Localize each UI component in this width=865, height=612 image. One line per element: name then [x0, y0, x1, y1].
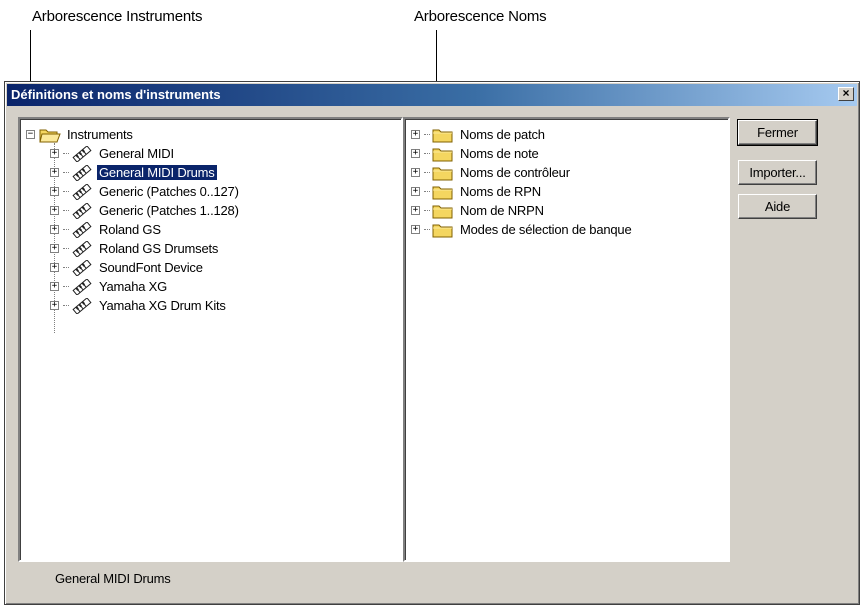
tree-connector — [424, 172, 430, 173]
instrument-icon — [72, 221, 92, 238]
tree-connector — [424, 229, 430, 230]
instrument-icon — [72, 259, 92, 276]
tree-item-instrument[interactable]: + Yamaha XG Drum Kits — [50, 296, 228, 315]
expand-icon[interactable]: + — [411, 187, 420, 196]
folder-icon — [432, 205, 453, 218]
expand-icon[interactable]: + — [411, 149, 420, 158]
callout-instruments-tree: Arborescence Instruments — [32, 8, 203, 25]
expand-icon[interactable]: + — [50, 149, 59, 158]
tree-connector — [63, 286, 69, 287]
instrument-icon — [72, 297, 92, 314]
tree-connector — [63, 153, 69, 154]
tree-connector — [63, 172, 69, 173]
tree-connector — [63, 210, 69, 211]
collapse-icon[interactable]: − — [26, 130, 35, 139]
callout-names-tree: Arborescence Noms — [414, 8, 547, 25]
tree-item-label: Noms de RPN — [460, 184, 541, 199]
close-button[interactable]: Fermer — [737, 119, 818, 146]
tree-root-label: Instruments — [67, 127, 133, 142]
tree-item-instrument[interactable]: + Roland GS — [50, 220, 163, 239]
tree-item-label: Noms de note — [460, 146, 539, 161]
tree-item-name-category[interactable]: + Noms de patch — [411, 125, 547, 144]
expand-icon[interactable]: + — [50, 206, 59, 215]
tree-item-label: General MIDI Drums — [96, 164, 218, 181]
folder-icon — [432, 129, 453, 142]
tree-item-label: Roland GS — [99, 222, 161, 237]
instrument-definitions-dialog: Définitions et noms d'instruments × − In… — [4, 81, 860, 605]
expand-icon[interactable]: + — [50, 225, 59, 234]
expand-icon[interactable]: + — [411, 168, 420, 177]
tree-root-instruments[interactable]: − Instruments — [26, 125, 135, 144]
expand-icon[interactable]: + — [50, 187, 59, 196]
expand-icon[interactable]: + — [411, 225, 420, 234]
tree-item-label: Nom de NRPN — [460, 203, 544, 218]
tree-connector — [424, 191, 430, 192]
folder-icon — [432, 167, 453, 180]
expand-icon[interactable]: + — [411, 206, 420, 215]
instrument-icon — [72, 202, 92, 219]
tree-item-label: SoundFont Device — [99, 260, 203, 275]
tree-item-label: Noms de contrôleur — [460, 165, 570, 180]
status-selected-instrument: General MIDI Drums — [55, 571, 171, 586]
folder-icon — [432, 148, 453, 161]
dialog-title: Définitions et noms d'instruments — [11, 87, 221, 102]
tree-item-instrument[interactable]: + Roland GS Drumsets — [50, 239, 220, 258]
folder-icon — [432, 186, 453, 199]
expand-icon[interactable]: + — [50, 244, 59, 253]
tree-item-label: General MIDI — [99, 146, 174, 161]
tree-item-instrument[interactable]: + General MIDI Drums — [50, 163, 218, 182]
tree-item-label: Yamaha XG Drum Kits — [99, 298, 226, 313]
expand-icon[interactable]: + — [411, 130, 420, 139]
tree-item-name-category[interactable]: + Noms de contrôleur — [411, 163, 572, 182]
tree-connector — [63, 267, 69, 268]
names-tree[interactable]: + Noms de patch + Noms de note + Noms de cont… — [403, 117, 730, 562]
tree-item-label: Noms de patch — [460, 127, 545, 142]
tree-connector — [424, 134, 430, 135]
instrument-icon — [72, 164, 92, 181]
import-button[interactable]: Importer... — [738, 160, 817, 185]
tree-item-instrument[interactable]: + Generic (Patches 0..127) — [50, 182, 241, 201]
tree-item-name-category[interactable]: + Nom de NRPN — [411, 201, 546, 220]
folder-open-icon — [39, 129, 61, 142]
close-icon[interactable]: × — [838, 87, 854, 101]
tree-item-name-category[interactable]: + Modes de sélection de banque — [411, 220, 633, 239]
tree-connector — [63, 229, 69, 230]
instruments-tree[interactable]: − Instruments + General MIDI + General MIDI… — [18, 117, 403, 562]
expand-icon[interactable]: + — [50, 263, 59, 272]
tree-item-label: Roland GS Drumsets — [99, 241, 219, 256]
tree-connector — [424, 210, 430, 211]
instrument-icon — [72, 145, 92, 162]
tree-item-name-category[interactable]: + Noms de RPN — [411, 182, 543, 201]
tree-connector — [63, 305, 69, 306]
expand-icon[interactable]: + — [50, 282, 59, 291]
tree-item-label: Generic (Patches 1..128) — [99, 203, 239, 218]
expand-icon[interactable]: + — [50, 301, 59, 310]
tree-item-label: Modes de sélection de banque — [460, 222, 632, 237]
instrument-icon — [72, 183, 92, 200]
tree-item-label: Yamaha XG — [99, 279, 168, 294]
tree-item-instrument[interactable]: + Yamaha XG — [50, 277, 169, 296]
tree-item-name-category[interactable]: + Noms de note — [411, 144, 541, 163]
tree-item-instrument[interactable]: + Generic (Patches 1..128) — [50, 201, 241, 220]
tree-connector — [63, 248, 69, 249]
help-button[interactable]: Aide — [738, 194, 817, 219]
instrument-icon — [72, 278, 92, 295]
tree-connector — [424, 153, 430, 154]
instrument-icon — [72, 240, 92, 257]
expand-icon[interactable]: + — [50, 168, 59, 177]
tree-item-instrument[interactable]: + SoundFont Device — [50, 258, 205, 277]
tree-item-instrument[interactable]: + General MIDI — [50, 144, 176, 163]
tree-item-label: Generic (Patches 0..127) — [99, 184, 239, 199]
folder-icon — [432, 224, 453, 237]
tree-connector — [63, 191, 69, 192]
title-bar[interactable]: Définitions et noms d'instruments × — [7, 84, 857, 106]
